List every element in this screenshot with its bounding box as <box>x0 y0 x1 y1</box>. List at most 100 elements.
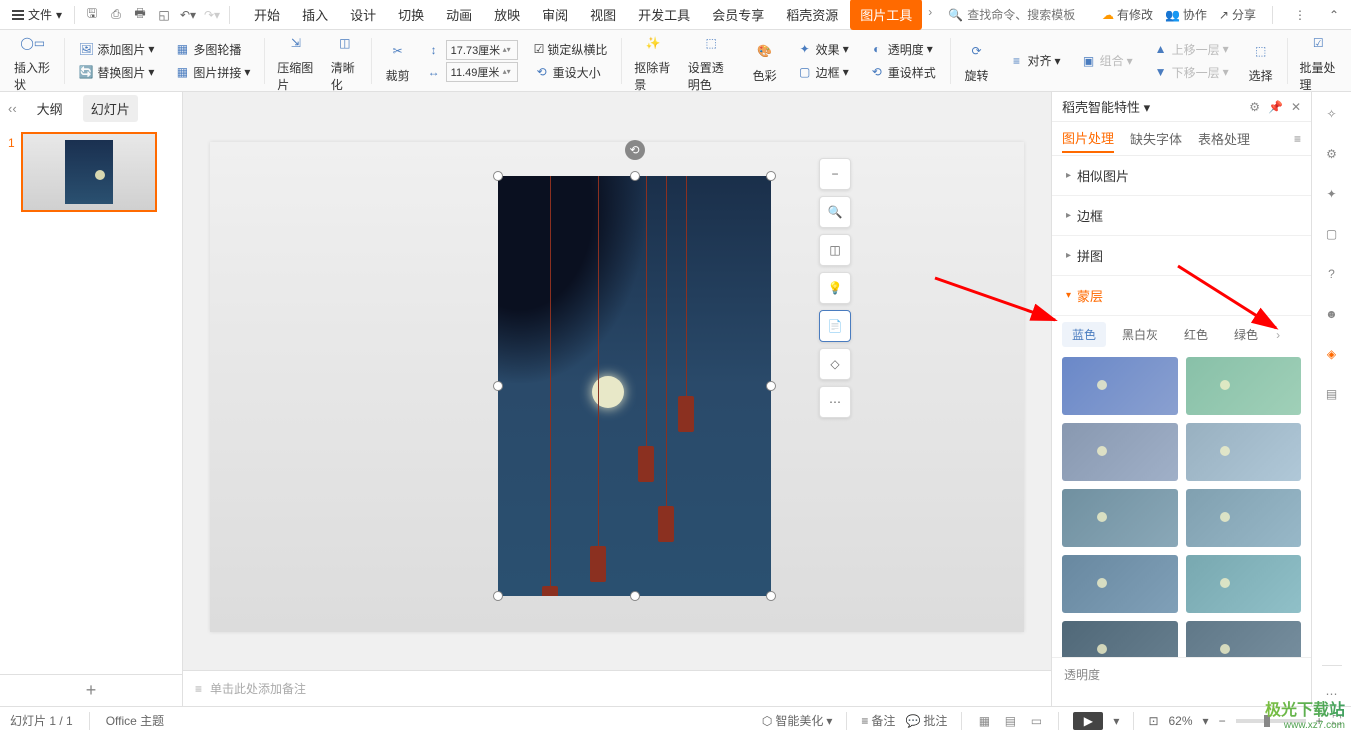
section-border[interactable]: ▸边框 <box>1052 196 1311 236</box>
tab-review[interactable]: 审阅 <box>532 0 578 30</box>
section-mask[interactable]: ▾蒙层 <box>1052 276 1311 316</box>
collage-button[interactable]: ▦图片拼接▾ <box>170 62 254 83</box>
spinner-icon[interactable]: ▴▾ <box>503 46 513 54</box>
recolor-button[interactable]: 🎨 色彩 <box>745 35 785 86</box>
tab-start[interactable]: 开始 <box>244 0 290 30</box>
section-similar[interactable]: ▸相似图片 <box>1052 156 1311 196</box>
width-input[interactable]: 11.49厘米▴▾ <box>446 62 518 82</box>
border-button[interactable]: ▢边框▾ <box>793 62 853 83</box>
erase-button[interactable]: ◇ <box>819 348 851 380</box>
effects-tool-button[interactable]: 💡 <box>819 272 851 304</box>
reset-style-button[interactable]: ⟲重设样式 <box>865 62 940 83</box>
redo-icon[interactable]: ↷▾ <box>201 4 223 26</box>
mask-option-2[interactable] <box>1186 357 1302 415</box>
tab-view[interactable]: 视图 <box>580 0 626 30</box>
mask-option-4[interactable] <box>1186 423 1302 481</box>
slide[interactable]: ⟲ <box>210 142 1024 632</box>
mask-option-7[interactable] <box>1062 555 1178 613</box>
zoom-value[interactable]: 62% <box>1169 714 1193 728</box>
section-collage[interactable]: ▸拼图 <box>1052 236 1311 276</box>
tab-devtools[interactable]: 开发工具 <box>628 0 700 30</box>
color-tab-blue[interactable]: 蓝色 <box>1062 322 1106 347</box>
send-backward-button[interactable]: ▼下移一层▾ <box>1149 62 1233 83</box>
lock-ratio-checkbox[interactable]: ☑锁定纵横比 <box>530 39 612 60</box>
strip-settings-icon[interactable]: ⚙ <box>1320 142 1344 166</box>
unsaved-indicator[interactable]: ☁有修改 <box>1102 6 1153 23</box>
tab-insert[interactable]: 插入 <box>292 0 338 30</box>
tab-docer[interactable]: 稻壳资源 <box>776 0 848 30</box>
resize-handle-tr[interactable] <box>766 171 776 181</box>
batch-button[interactable]: ☑ 批量处理 <box>1293 27 1343 95</box>
rp-tab-table[interactable]: 表格处理 <box>1198 125 1250 152</box>
mask-option-3[interactable] <box>1062 423 1178 481</box>
notes-bar[interactable]: ≡ 单击此处添加备注 <box>183 670 1051 706</box>
zoom-in-button[interactable]: 🔍 <box>819 196 851 228</box>
remove-bg-button[interactable]: ✨ 抠除背景 <box>628 27 678 95</box>
pin-icon[interactable]: 📌 <box>1268 100 1283 114</box>
resize-handle-mr[interactable] <box>766 381 776 391</box>
rp-tab-fonts[interactable]: 缺失字体 <box>1130 125 1182 152</box>
transparency-button[interactable]: ◐透明度▾ <box>865 39 940 60</box>
slides-tab[interactable]: 幻灯片 <box>83 95 138 122</box>
tab-transition[interactable]: 切换 <box>388 0 434 30</box>
effects-button[interactable]: ✦效果▾ <box>793 39 853 60</box>
collapse-ribbon-icon[interactable]: ⌃ <box>1323 4 1345 26</box>
undo-icon[interactable]: ↶▾ <box>177 4 199 26</box>
resize-handle-tl[interactable] <box>493 171 503 181</box>
mask-option-10[interactable] <box>1186 621 1302 657</box>
rp-tab-image[interactable]: 图片处理 <box>1062 124 1114 153</box>
outline-tab[interactable]: 大纲 <box>29 95 71 122</box>
notes-toggle[interactable]: ≡备注 <box>861 712 895 729</box>
crop-tool-button[interactable]: ◫ <box>819 234 851 266</box>
canvas-wrap[interactable]: ⟲ <box>183 104 1051 670</box>
strip-design-icon[interactable]: ✧ <box>1320 102 1344 126</box>
crop-button[interactable]: ✂ 裁剪 <box>378 35 418 86</box>
resize-handle-bl[interactable] <box>493 591 503 601</box>
zoom-dropdown[interactable]: ▾ <box>1203 714 1209 728</box>
replace-image-button[interactable]: 🔄替换图片▾ <box>74 62 158 83</box>
mask-option-6[interactable] <box>1186 489 1302 547</box>
fit-icon[interactable]: ⊡ <box>1148 714 1158 728</box>
strip-smart-icon[interactable]: ◈ <box>1320 342 1344 366</box>
view-normal[interactable]: ▦ <box>976 713 992 729</box>
color-tab-bw[interactable]: 黑白灰 <box>1112 322 1168 347</box>
height-input[interactable]: 17.73厘米▴▾ <box>446 40 518 60</box>
resize-handle-mt[interactable] <box>630 171 640 181</box>
mask-option-9[interactable] <box>1062 621 1178 657</box>
zoom-out-button[interactable]: − <box>819 158 851 190</box>
strip-help-icon[interactable]: ? <box>1320 262 1344 286</box>
mask-option-8[interactable] <box>1186 555 1302 613</box>
thumbnail-preview[interactable] <box>21 132 157 212</box>
tab-design[interactable]: 设计 <box>340 0 386 30</box>
selected-image[interactable]: ⟲ <box>498 176 771 596</box>
color-tab-red[interactable]: 红色 <box>1174 322 1218 347</box>
sharpen-button[interactable]: ◫ 清晰化 <box>325 27 365 95</box>
beautify-button[interactable]: ⬡智能美化▾ <box>762 712 833 729</box>
share-button[interactable]: ↗分享 <box>1219 6 1256 23</box>
tab-picture-tools[interactable]: 图片工具 <box>850 0 922 30</box>
search-box[interactable]: 🔍 <box>948 8 1087 22</box>
mask-option-1[interactable] <box>1062 357 1178 415</box>
bring-forward-button[interactable]: ▲上移一层▾ <box>1149 39 1233 60</box>
resize-handle-br[interactable] <box>766 591 776 601</box>
set-transparent-button[interactable]: ⬚ 设置透明色 <box>682 27 741 95</box>
tab-slideshow[interactable]: 放映 <box>484 0 530 30</box>
resize-handle-ml[interactable] <box>493 381 503 391</box>
resize-handle-mb[interactable] <box>630 591 640 601</box>
color-tab-green[interactable]: 绿色 <box>1224 322 1268 347</box>
tab-member[interactable]: 会员专享 <box>702 0 774 30</box>
view-reading[interactable]: ▭ <box>1028 713 1044 729</box>
thumbnail-1[interactable]: 1 <box>8 132 174 212</box>
strip-template-icon[interactable]: ▤ <box>1320 382 1344 406</box>
add-image-button[interactable]: 🖼添加图片▾ <box>74 39 158 60</box>
close-icon[interactable]: ✕ <box>1291 100 1301 114</box>
panel-collapse[interactable]: ‹‹ <box>8 101 17 116</box>
print-icon[interactable]: 🖶 <box>129 4 151 26</box>
rotate-handle[interactable]: ⟲ <box>625 140 645 160</box>
strip-star-icon[interactable]: ✦ <box>1320 182 1344 206</box>
comments-toggle[interactable]: 💬批注 <box>905 712 947 729</box>
strip-resource-icon[interactable]: ☻ <box>1320 302 1344 326</box>
rotate-button[interactable]: ⟳ 旋转 <box>957 35 997 86</box>
collab-button[interactable]: 👥协作 <box>1165 6 1207 23</box>
search-input[interactable] <box>967 8 1087 22</box>
